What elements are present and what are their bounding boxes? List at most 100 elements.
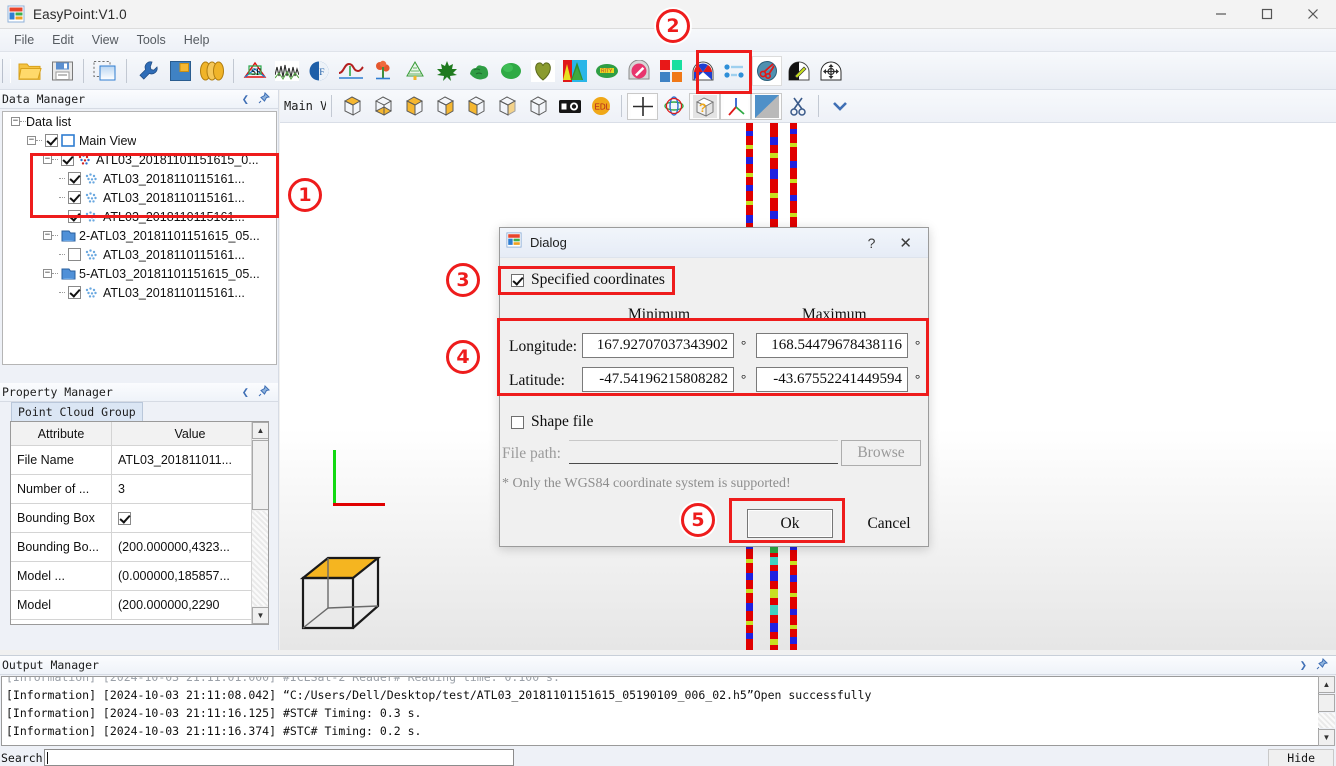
close-icon[interactable] xyxy=(1290,0,1336,29)
conifer-mesh-icon[interactable] xyxy=(400,56,430,86)
scrollbar-thumb[interactable] xyxy=(1318,694,1335,712)
profile-curve-icon[interactable] xyxy=(336,56,366,86)
help-cube-icon[interactable]: ? xyxy=(689,92,720,120)
longitude-max-input[interactable]: 168.54479678438116 xyxy=(756,333,908,358)
tree-item-point-cloud[interactable]: ATL03_2018110115161... xyxy=(3,207,276,226)
table-row[interactable]: File Name ATL03_201811011... xyxy=(11,446,268,475)
menu-item-tools[interactable]: Tools xyxy=(128,31,175,50)
cube-bottom-icon[interactable] xyxy=(368,93,399,120)
tree-checkbox[interactable] xyxy=(68,286,81,299)
edit-pencil-icon[interactable] xyxy=(624,56,654,86)
scroll-up-icon[interactable]: ▲ xyxy=(252,422,268,439)
save-icon[interactable] xyxy=(47,56,77,86)
maple-leaf-icon[interactable] xyxy=(432,56,462,86)
dots-icon[interactable] xyxy=(720,56,750,86)
open-folder-icon[interactable] xyxy=(15,56,45,86)
tree-checkbox[interactable] xyxy=(68,210,81,223)
tab-point-cloud-group[interactable]: Point Cloud Group xyxy=(11,402,143,422)
toolbar-grip[interactable] xyxy=(2,58,11,83)
menu-item-help[interactable]: Help xyxy=(175,31,219,50)
property-scrollbar[interactable]: ▲ ▼ xyxy=(251,422,268,624)
highlight-icon[interactable] xyxy=(784,56,814,86)
chevron-down-icon[interactable]: ❯ xyxy=(1300,659,1307,671)
tree-checkbox[interactable] xyxy=(68,172,81,185)
expander-icon[interactable]: − xyxy=(43,155,52,164)
specified-coordinates-checkbox[interactable] xyxy=(511,273,524,287)
tree-checkbox[interactable] xyxy=(45,134,58,147)
table-row[interactable]: Bounding Box xyxy=(11,504,268,533)
hide-button[interactable]: Hide xyxy=(1268,748,1334,766)
expander-icon[interactable]: − xyxy=(43,231,52,240)
menu-item-file[interactable]: File xyxy=(5,31,43,50)
menu-item-edit[interactable]: Edit xyxy=(43,31,83,50)
wrench-icon[interactable] xyxy=(133,56,163,86)
tree-item-point-cloud[interactable]: ATL03_2018110115161... xyxy=(3,188,276,207)
ok-button[interactable]: Ok xyxy=(747,509,833,538)
shape-file-checkbox[interactable] xyxy=(511,415,524,429)
expander-icon[interactable]: − xyxy=(27,136,36,145)
cube-front-icon[interactable] xyxy=(399,93,430,120)
tree-item-data-list[interactable]: − Data list xyxy=(3,112,276,131)
pin-icon[interactable] xyxy=(258,384,271,399)
minimize-icon[interactable] xyxy=(1198,0,1244,29)
cube-back-icon[interactable] xyxy=(430,93,461,120)
cube-top-icon[interactable] xyxy=(337,93,368,120)
waveform-icon[interactable] xyxy=(272,56,302,86)
pin-icon[interactable] xyxy=(258,91,271,106)
help-icon[interactable]: ? xyxy=(854,235,890,251)
camera-icon[interactable] xyxy=(554,93,585,120)
tree-item-folder[interactable]: − 5-ATL03_20181101151615_05... xyxy=(3,264,276,283)
tree-item-point-cloud[interactable]: ATL03_2018110115161... xyxy=(3,245,276,264)
tree-checkbox[interactable] xyxy=(68,191,81,204)
output-scrollbar[interactable]: ▲ ▼ xyxy=(1318,676,1335,746)
crosshair-icon[interactable] xyxy=(627,92,658,120)
bush-icon[interactable] xyxy=(464,56,494,86)
sf-surface-icon[interactable]: SF xyxy=(240,56,270,86)
tree-item-folder[interactable]: − 2-ATL03_20181101151615_05... xyxy=(3,226,276,245)
longitude-min-input[interactable]: 167.92707037343902 xyxy=(582,333,734,358)
tree-item-main-view[interactable]: − Main View xyxy=(3,131,276,150)
four-squares-icon[interactable] xyxy=(656,56,686,86)
tree-icon[interactable] xyxy=(368,56,398,86)
chevron-left-icon[interactable]: ❮ xyxy=(242,93,249,105)
file-path-input[interactable] xyxy=(569,440,838,464)
blob-icon[interactable] xyxy=(496,56,526,86)
cube-left-icon[interactable] xyxy=(461,93,492,120)
shade-icon[interactable] xyxy=(751,92,782,120)
forest-icon[interactable] xyxy=(560,56,590,86)
scrollbar-track[interactable] xyxy=(1318,713,1335,728)
bounding-box-checkbox[interactable] xyxy=(118,511,131,525)
cancel-button[interactable]: Cancel xyxy=(846,509,932,538)
tree-checkbox[interactable] xyxy=(68,248,81,261)
browse-button[interactable]: Browse xyxy=(841,440,921,466)
chevron-down-icon[interactable] xyxy=(824,93,855,120)
scroll-up-icon[interactable]: ▲ xyxy=(1318,676,1335,693)
scrollbar-track[interactable] xyxy=(252,511,268,606)
search-input[interactable] xyxy=(43,749,514,766)
close-icon[interactable]: ✕ xyxy=(889,234,922,252)
tree-checkbox[interactable] xyxy=(61,153,74,166)
color-wheel-icon[interactable] xyxy=(688,56,718,86)
cube-iso-icon[interactable] xyxy=(523,93,554,120)
expander-icon[interactable]: − xyxy=(11,117,20,126)
expander-icon[interactable]: − xyxy=(43,269,52,278)
pin-icon[interactable] xyxy=(1316,657,1329,672)
tree-item-point-cloud[interactable]: ATL03_2018110115161... xyxy=(3,169,276,188)
axis-tripod-icon[interactable] xyxy=(720,92,751,120)
cube-right-icon[interactable] xyxy=(492,93,523,120)
ellipses-icon[interactable] xyxy=(197,56,227,86)
scissors-circle-icon[interactable] xyxy=(752,55,782,86)
edl-icon[interactable]: EDL xyxy=(585,93,616,120)
scissors-icon[interactable] xyxy=(782,93,813,120)
table-row[interactable]: Number of ... 3 xyxy=(11,475,268,504)
latitude-max-input[interactable]: -43.67552241449594 xyxy=(756,367,908,392)
move-arrows-icon[interactable] xyxy=(816,56,846,86)
heart-canopy-icon[interactable] xyxy=(528,56,558,86)
yellow-blob-icon[interactable]: RITY xyxy=(592,56,622,86)
latitude-min-input[interactable]: -47.54196215808282 xyxy=(582,367,734,392)
sf-circle-icon[interactable]: SF xyxy=(304,56,334,86)
table-row[interactable]: Model (200.000000,2290 xyxy=(11,591,268,620)
tree-item-point-cloud[interactable]: ATL03_2018110115161... xyxy=(3,283,276,302)
orbit-icon[interactable] xyxy=(658,93,689,120)
main-view-tab[interactable]: Main Vi xyxy=(280,99,326,113)
